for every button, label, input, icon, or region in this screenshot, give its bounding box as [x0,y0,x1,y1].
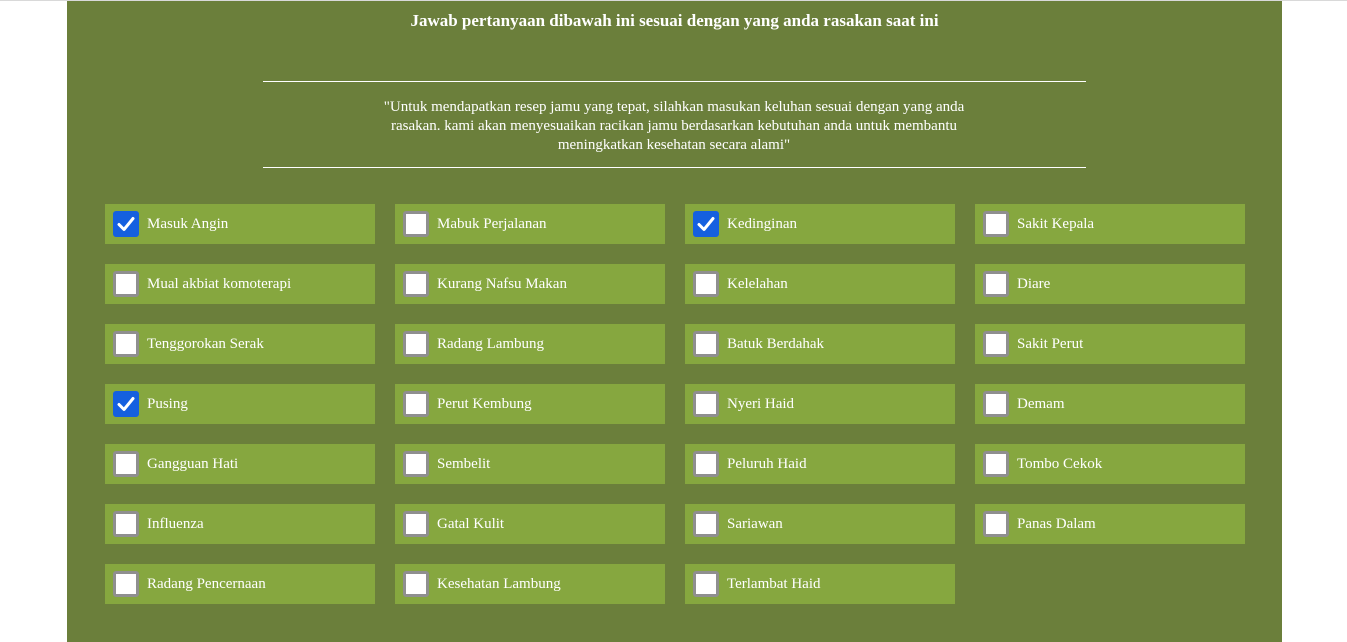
symptom-checkbox[interactable] [983,211,1009,237]
symptom-label: Tombo Cekok [1017,455,1103,472]
symptom-option[interactable]: Kurang Nafsu Makan [395,264,665,304]
symptom-option[interactable]: Perut Kembung [395,384,665,424]
symptom-option[interactable]: Sariawan [685,504,955,544]
symptom-label: Perut Kembung [437,395,532,412]
symptom-checkbox[interactable] [983,271,1009,297]
symptom-checkbox[interactable] [403,211,429,237]
symptom-checkbox[interactable] [403,331,429,357]
symptom-checkbox[interactable] [693,451,719,477]
checkmark-icon [117,217,135,231]
symptom-option[interactable]: Sakit Perut [975,324,1245,364]
questionnaire-panel: Jawab pertanyaan dibawah ini sesuai deng… [67,1,1282,642]
symptom-label: Kurang Nafsu Makan [437,275,567,292]
divider-top [263,81,1086,82]
symptom-label: Mual akbiat komoterapi [147,275,292,292]
symptom-label: Pusing [147,395,188,412]
symptom-option[interactable]: Diare [975,264,1245,304]
symptom-checkbox[interactable] [983,451,1009,477]
symptom-label: Sariawan [727,515,783,532]
symptom-checkbox[interactable] [113,391,139,417]
symptom-option[interactable]: Masuk Angin [105,204,375,244]
instruction-quote: "Untuk mendapatkan resep jamu yang tepat… [383,99,965,153]
symptom-checkbox[interactable] [693,571,719,597]
symptom-checkbox[interactable] [113,511,139,537]
symptom-label: Radang Lambung [437,335,545,352]
symptom-label: Gatal Kulit [437,515,505,532]
symptom-option[interactable]: Mabuk Perjalanan [395,204,665,244]
symptom-label: Mabuk Perjalanan [437,215,547,232]
symptom-option[interactable]: Gangguan Hati [105,444,375,484]
symptom-label: Influenza [147,515,204,532]
symptom-label: Kesehatan Lambung [437,575,561,592]
symptom-option[interactable]: Demam [975,384,1245,424]
symptom-option[interactable]: Kelelahan [685,264,955,304]
symptom-option[interactable]: Panas Dalam [975,504,1245,544]
symptom-checkbox-grid: Masuk Angin Mabuk Perjalanan Kedinginan Sak… [105,204,1245,604]
symptom-label: Gangguan Hati [147,455,239,472]
symptom-checkbox[interactable] [113,211,139,237]
symptom-checkbox[interactable] [403,511,429,537]
symptom-option[interactable]: Pusing [105,384,375,424]
symptom-checkbox[interactable] [983,391,1009,417]
symptom-option[interactable]: Gatal Kulit [395,504,665,544]
symptom-checkbox[interactable] [693,511,719,537]
symptom-label: Terlambat Haid [727,575,821,592]
symptom-option[interactable]: Terlambat Haid [685,564,955,604]
symptom-option[interactable]: Sakit Kepala [975,204,1245,244]
symptom-label: Tenggorokan Serak [147,335,264,352]
symptom-option[interactable]: Influenza [105,504,375,544]
symptom-option[interactable]: Mual akbiat komoterapi [105,264,375,304]
symptom-option[interactable]: Radang Pencernaan [105,564,375,604]
symptom-checkbox[interactable] [693,271,719,297]
symptom-label: Demam [1017,395,1065,412]
symptom-label: Diare [1017,275,1051,292]
symptom-checkbox[interactable] [693,331,719,357]
symptom-label: Kedinginan [727,215,797,232]
symptom-option[interactable]: Sembelit [395,444,665,484]
symptom-label: Masuk Angin [147,215,229,232]
symptom-label: Kelelahan [727,275,788,292]
symptom-option[interactable]: Radang Lambung [395,324,665,364]
symptom-label: Batuk Berdahak [727,335,825,352]
symptom-checkbox[interactable] [983,331,1009,357]
symptom-checkbox[interactable] [403,391,429,417]
page-title: Jawab pertanyaan dibawah ini sesuai deng… [410,11,939,30]
symptom-label: Sakit Kepala [1017,215,1095,232]
symptom-label: Panas Dalam [1017,515,1096,532]
symptom-checkbox[interactable] [113,451,139,477]
symptom-checkbox[interactable] [693,211,719,237]
symptom-checkbox[interactable] [983,511,1009,537]
symptom-label: Peluruh Haid [727,455,807,472]
symptom-checkbox[interactable] [693,391,719,417]
symptom-checkbox[interactable] [113,271,139,297]
symptom-option[interactable]: Kedinginan [685,204,955,244]
symptom-option[interactable]: Batuk Berdahak [685,324,955,364]
symptom-label: Sembelit [437,455,491,472]
symptom-option[interactable]: Tombo Cekok [975,444,1245,484]
symptom-checkbox[interactable] [403,451,429,477]
divider-bottom [263,167,1086,168]
symptom-option[interactable]: Tenggorokan Serak [105,324,375,364]
symptom-label: Sakit Perut [1017,335,1084,352]
symptom-checkbox[interactable] [113,331,139,357]
symptom-checkbox[interactable] [403,271,429,297]
symptom-option[interactable]: Nyeri Haid [685,384,955,424]
symptom-option[interactable]: Kesehatan Lambung [395,564,665,604]
symptom-option[interactable]: Peluruh Haid [685,444,955,484]
checkmark-icon [117,397,135,411]
symptom-checkbox[interactable] [113,571,139,597]
checkmark-icon [697,217,715,231]
symptom-label: Radang Pencernaan [147,575,266,592]
symptom-checkbox[interactable] [403,571,429,597]
symptom-label: Nyeri Haid [727,395,795,412]
